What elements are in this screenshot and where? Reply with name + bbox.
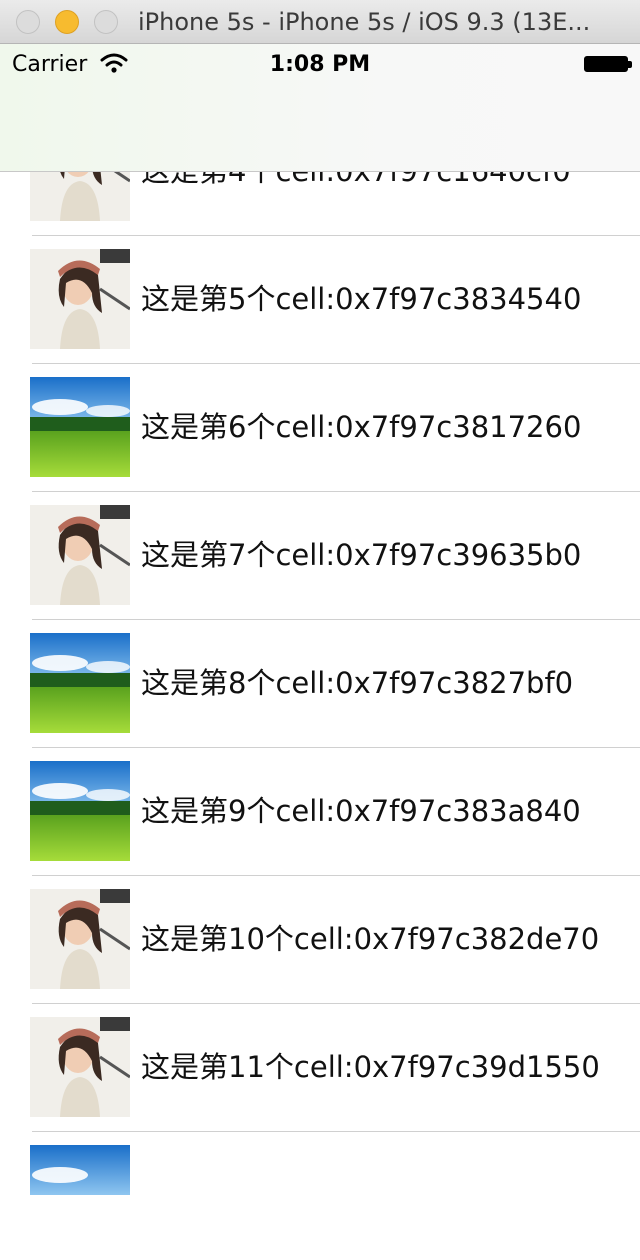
battery-tip-icon: [628, 61, 632, 68]
portrait-photo-thumbnail: [30, 1017, 130, 1117]
table-row[interactable]: 这是第11个cell:0x7f97c39d1550: [0, 1004, 640, 1132]
table-row[interactable]: [0, 1132, 640, 1260]
window-zoom-button[interactable]: [94, 10, 118, 34]
cell-label: 这是第9个cell:0x7f97c383a840: [141, 794, 581, 828]
table-row[interactable]: 这是第7个cell:0x7f97c39635b0: [0, 492, 640, 620]
portrait-photo-thumbnail: [30, 249, 130, 349]
navigation-bar: Carrier 1:08 PM: [0, 44, 640, 172]
cell-label: 这是第8个cell:0x7f97c3827bf0: [141, 666, 574, 700]
cell-label: 这是第10个cell:0x7f97c382de70: [141, 922, 600, 956]
cell-label: 这是第6个cell:0x7f97c3817260: [141, 410, 582, 444]
cell-label: 这是第11个cell:0x7f97c39d1550: [141, 1050, 600, 1084]
cell-label: 这是第7个cell:0x7f97c39635b0: [141, 538, 582, 572]
portrait-photo-thumbnail: [30, 505, 130, 605]
window-minimize-button[interactable]: [55, 10, 79, 34]
landscape-photo-thumbnail: [30, 377, 130, 477]
table-view[interactable]: 这是第4个cell:0x7f97c1640cf0 这是第5个cell:0x7f9…: [0, 108, 640, 1260]
cell-label: 这是第5个cell:0x7f97c3834540: [141, 282, 582, 316]
landscape-photo-thumbnail: [30, 1145, 130, 1245]
table-row[interactable]: 这是第10个cell:0x7f97c382de70: [0, 876, 640, 1004]
battery-icon: [584, 56, 628, 72]
window-close-button[interactable]: [16, 10, 40, 34]
portrait-photo-thumbnail: [30, 889, 130, 989]
simulator-title-bar: iPhone 5s - iPhone 5s / iOS 9.3 (13E...: [0, 0, 640, 44]
window-title: iPhone 5s - iPhone 5s / iOS 9.3 (13E...: [138, 8, 591, 36]
table-row[interactable]: 这是第8个cell:0x7f97c3827bf0: [0, 620, 640, 748]
table-row[interactable]: 这是第6个cell:0x7f97c3817260: [0, 364, 640, 492]
table-row[interactable]: 这是第5个cell:0x7f97c3834540: [0, 236, 640, 364]
landscape-photo-thumbnail: [30, 633, 130, 733]
landscape-photo-thumbnail: [30, 761, 130, 861]
table-row[interactable]: 这是第9个cell:0x7f97c383a840: [0, 748, 640, 876]
status-time: 1:08 PM: [269, 52, 371, 77]
